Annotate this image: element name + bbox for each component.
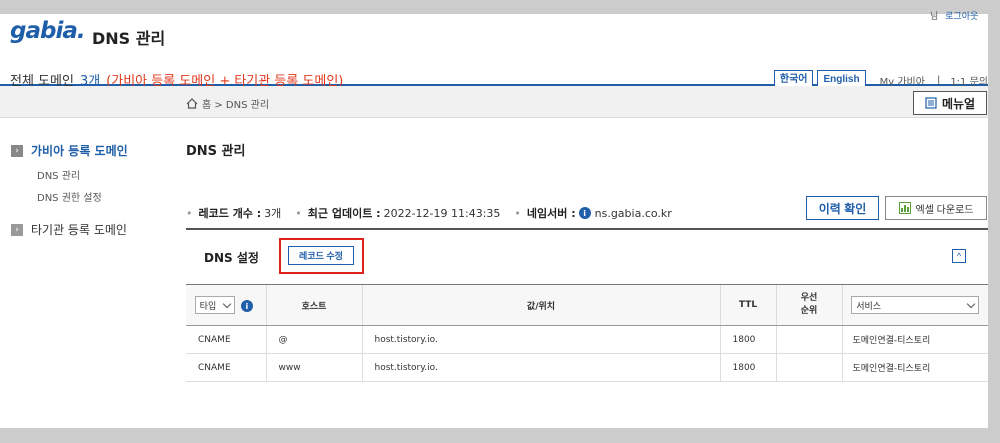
collapse-icon[interactable]: ^ <box>952 249 966 263</box>
sidebar-item-dns-permission[interactable]: DNS 권한 설정 <box>37 189 176 204</box>
value-header: 값/위치 <box>361 284 720 326</box>
user-suffix: 님 <box>930 12 939 22</box>
chevron-down-icon <box>967 299 976 308</box>
page-title: DNS 관리 <box>186 144 246 159</box>
nameserver: • 네임서버 : i ns.gabia.co.kr <box>514 206 672 221</box>
host-header: 호스트 <box>265 284 362 326</box>
breadcrumb-bar <box>0 86 988 118</box>
chevron-right-icon: › <box>11 223 23 236</box>
service-header: 서비스 <box>841 284 988 326</box>
app-title: DNS 관리 <box>92 29 166 48</box>
record-summary: • 레코드 개수 :3개 • 최근 업데이트 :2022-12-19 11:43:3… <box>186 205 686 221</box>
header: gabia. DNS 관리 전체 도메인 3개 (가비아 등록 도메인 + 타기관 … <box>0 14 988 90</box>
history-button[interactable]: 이력 확인 <box>806 196 879 220</box>
top-strip <box>0 0 1000 14</box>
sidebar: › 가비아 등록 도메인 DNS 관리 DNS 권한 설정 › 타기관 등록 도… <box>11 142 176 238</box>
sidebar-gabia-label: 가비아 등록 도메인 <box>31 144 128 158</box>
sidebar-item-dns-manage[interactable]: DNS 관리 <box>37 167 176 182</box>
breadcrumb: 홈 > DNS 관리 <box>186 96 269 111</box>
info-icon[interactable]: i <box>240 300 253 312</box>
excel-chart-icon <box>898 202 911 214</box>
excel-download-button[interactable]: 엑셀 다운로드 <box>885 196 987 220</box>
manual-button[interactable]: 메뉴얼 <box>913 91 987 115</box>
sidebar-other-label: 타기관 등록 도메인 <box>31 223 127 237</box>
records-table: 타입 i 호스트 값/위치 TTL 우선 순위 서비스 CNAME @ host… <box>186 284 988 382</box>
nav-separator: | <box>936 74 941 86</box>
gabia-logo[interactable]: gabia. <box>10 18 86 44</box>
breadcrumb-text: 홈 > DNS 관리 <box>202 100 270 111</box>
priority-header: 우선 순위 <box>775 284 842 326</box>
document-icon <box>925 97 937 109</box>
table-header: 타입 i 호스트 값/위치 TTL 우선 순위 서비스 <box>186 284 988 326</box>
user-area: 님 로그아웃 <box>930 9 986 22</box>
record-count: • 레코드 개수 :3개 <box>186 206 282 221</box>
chevron-down-icon <box>222 299 231 308</box>
panel-title: DNS 설정 <box>204 251 259 265</box>
chevron-right-icon: › <box>11 144 23 157</box>
manual-label: 메뉴얼 <box>941 96 976 111</box>
sidebar-other-domains[interactable]: › 타기관 등록 도메인 <box>11 221 176 238</box>
last-update: • 최근 업데이트 :2022-12-19 11:43:35 <box>295 206 501 221</box>
service-select[interactable]: 서비스 <box>851 296 980 314</box>
type-header: 타입 i <box>186 284 266 326</box>
edit-record-button[interactable]: 레코드 수정 <box>288 246 354 265</box>
sidebar-gabia-domains[interactable]: › 가비아 등록 도메인 <box>11 142 176 159</box>
table-row[interactable]: CNAME www host.tistory.io. 1800 도메인연결-티스… <box>186 353 988 382</box>
info-icon[interactable]: i <box>578 207 591 219</box>
logout-link[interactable]: 로그아웃 <box>945 12 978 22</box>
home-icon[interactable] <box>186 98 198 109</box>
table-row[interactable]: CNAME @ host.tistory.io. 1800 도메인연결-티스토리 <box>186 325 988 354</box>
ttl-header: TTL <box>719 284 776 326</box>
type-select[interactable]: 타입 <box>194 296 235 314</box>
